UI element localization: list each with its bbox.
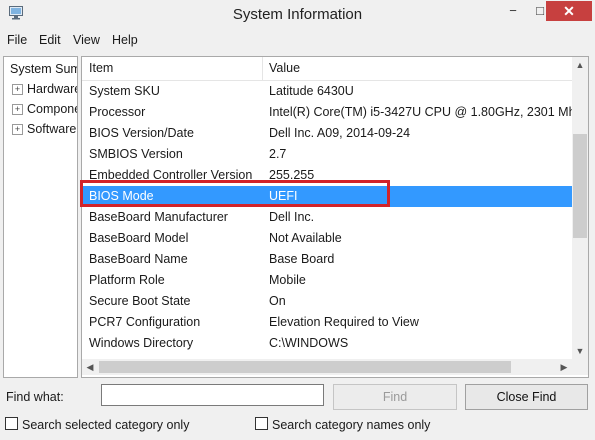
row-value-cell: Not Available <box>269 231 342 245</box>
scrollbar-corner <box>572 359 588 375</box>
menu-file[interactable]: File <box>7 33 27 47</box>
row-value-cell: Dell Inc. <box>269 210 315 224</box>
row-item-cell: PCR7 Configuration <box>89 315 201 329</box>
tree-item-system-summary[interactable]: System Summary <box>10 59 77 79</box>
row-item-cell: Secure Boot State <box>89 294 191 308</box>
list-header: Item Value <box>82 57 572 81</box>
expand-icon[interactable]: + <box>12 104 23 115</box>
category-tree[interactable]: System Summary + Hardware Resources + Comp… <box>3 56 78 378</box>
checkbox-box[interactable] <box>255 417 268 430</box>
close-button[interactable]: ✕ <box>546 1 592 21</box>
column-divider[interactable] <box>262 57 263 80</box>
expand-icon[interactable]: + <box>12 84 23 95</box>
row-item-cell: BaseBoard Name <box>89 252 188 266</box>
tree-item-label: Software Environment <box>27 122 77 136</box>
menu-help[interactable]: Help <box>112 33 138 47</box>
row-value-cell: C:\WINDOWS <box>269 336 349 350</box>
row-item-cell: BaseBoard Manufacturer <box>89 210 228 224</box>
row-value-cell: 2.7 <box>269 147 287 161</box>
row-value-cell: 255.255 <box>269 168 315 182</box>
checkbox-box[interactable] <box>5 417 18 430</box>
find-what-input[interactable] <box>101 384 324 406</box>
table-row[interactable]: Platform Role Mobile <box>82 270 572 291</box>
table-row[interactable]: BaseBoard Model Not Available <box>82 228 572 249</box>
column-header-value[interactable]: Value <box>269 57 300 80</box>
tree-item-label: Components <box>27 102 77 116</box>
search-selected-category-checkbox[interactable]: Search selected category only <box>5 417 189 433</box>
row-value-cell: Base Board <box>269 252 335 266</box>
list-rows: System SKU Latitude 6430U Processor Intel(R… <box>82 81 572 354</box>
scroll-down-arrow-icon[interactable]: ▼ <box>572 343 588 359</box>
checkbox-label: Search selected category only <box>22 418 190 432</box>
column-header-item[interactable]: Item <box>89 57 113 80</box>
row-value-cell: Latitude 6430U <box>269 84 354 98</box>
details-list[interactable]: Item Value System SKU Latitude 6430U Proce… <box>81 56 589 378</box>
horizontal-scroll-thumb[interactable] <box>99 361 511 373</box>
table-row[interactable]: Secure Boot State On <box>82 291 572 312</box>
row-value-cell: Intel(R) Core(TM) i5-3427U CPU @ 1.80GHz… <box>269 105 572 119</box>
expand-icon[interactable]: + <box>12 124 23 135</box>
row-item-cell: Embedded Controller Version <box>89 168 253 182</box>
tree-item-software-environment[interactable]: + Software Environment <box>12 119 77 139</box>
row-item-cell: BIOS Version/Date <box>89 126 194 140</box>
row-value-cell: On <box>269 294 286 308</box>
find-what-label: Find what: <box>6 390 64 404</box>
table-row[interactable]: BaseBoard Manufacturer Dell Inc. <box>82 207 572 228</box>
vertical-scrollbar[interactable]: ▲ ▼ <box>572 57 588 359</box>
table-row[interactable]: Processor Intel(R) Core(TM) i5-3427U CPU … <box>82 102 572 123</box>
minimize-button[interactable]: − <box>500 1 526 21</box>
table-row[interactable]: BIOS Version/Date Dell Inc. A09, 2014-09-… <box>82 123 572 144</box>
horizontal-scrollbar[interactable]: ◀ ▶ <box>82 359 572 375</box>
row-item-cell: System SKU <box>89 84 160 98</box>
title-bar: System Information − □ ✕ <box>0 0 595 30</box>
row-item-cell: Windows Directory <box>89 336 194 350</box>
table-row[interactable]: System SKU Latitude 6430U <box>82 81 572 102</box>
table-row[interactable]: Windows Directory C:\WINDOWS <box>82 333 572 354</box>
menu-view[interactable]: View <box>73 33 100 47</box>
scroll-right-arrow-icon[interactable]: ▶ <box>556 359 572 375</box>
row-value-cell: Elevation Required to View <box>269 315 419 329</box>
row-value-cell: UEFI <box>269 189 298 203</box>
row-item-cell: Processor <box>89 105 146 119</box>
table-row[interactable]: BaseBoard Name Base Board <box>82 249 572 270</box>
row-item-cell: BIOS Mode <box>89 189 154 203</box>
row-value-cell: Mobile <box>269 273 306 287</box>
row-item-cell: SMBIOS Version <box>89 147 183 161</box>
table-row[interactable]: BIOS Mode UEFI <box>82 186 572 207</box>
vertical-scroll-thumb[interactable] <box>573 134 587 238</box>
table-row[interactable]: Embedded Controller Version 255.255 <box>82 165 572 186</box>
menu-edit[interactable]: Edit <box>39 33 61 47</box>
scroll-up-arrow-icon[interactable]: ▲ <box>572 57 588 73</box>
close-find-button[interactable]: Close Find <box>465 384 588 410</box>
table-row[interactable]: SMBIOS Version 2.7 <box>82 144 572 165</box>
row-value-cell: Dell Inc. A09, 2014-09-24 <box>269 126 411 140</box>
find-button[interactable]: Find <box>333 384 457 410</box>
tree-item-components[interactable]: + Components <box>12 99 77 119</box>
checkbox-label: Search category names only <box>272 418 431 432</box>
scroll-left-arrow-icon[interactable]: ◀ <box>82 359 98 375</box>
search-category-names-checkbox[interactable]: Search category names only <box>255 417 430 433</box>
tree-item-hardware-resources[interactable]: + Hardware Resources <box>12 79 78 99</box>
row-item-cell: Platform Role <box>89 273 165 287</box>
table-row[interactable]: PCR7 Configuration Elevation Required to … <box>82 312 572 333</box>
menu-bar: File Edit View Help <box>0 30 595 50</box>
tree-item-label: Hardware Resources <box>27 82 78 96</box>
row-item-cell: BaseBoard Model <box>89 231 189 245</box>
